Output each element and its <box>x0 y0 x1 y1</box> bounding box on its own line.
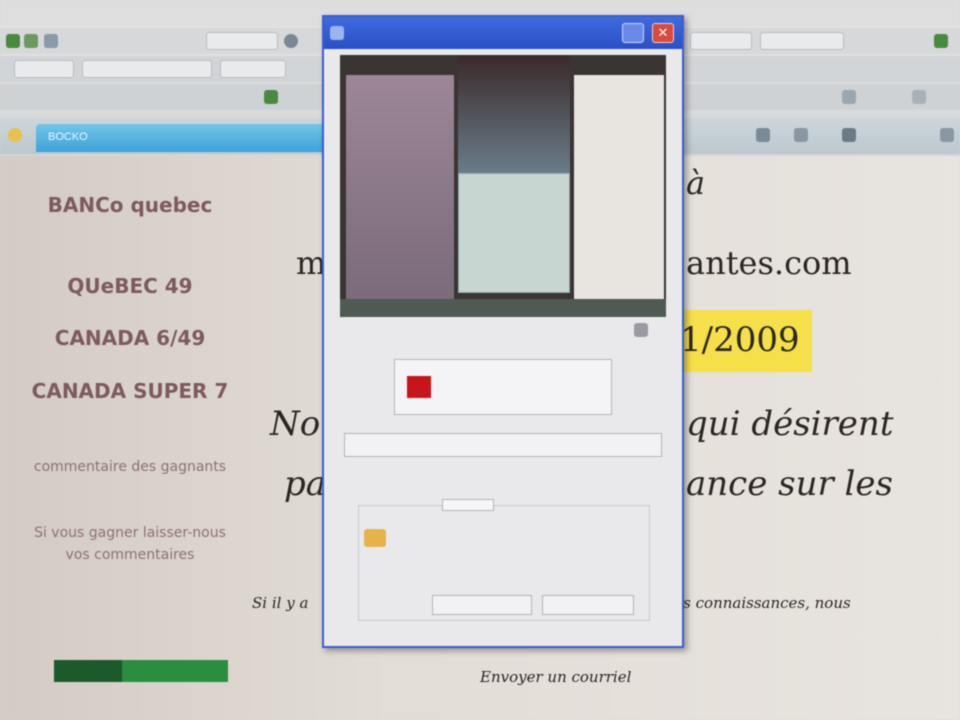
bookmark-item[interactable] <box>14 60 74 78</box>
side-link-canada-super-7[interactable]: CANADA SUPER 7 <box>30 376 230 406</box>
date-text: 1/2009 <box>680 320 800 360</box>
home-icon[interactable] <box>756 128 770 142</box>
small-text-right: rs connaissances, nous <box>676 594 851 612</box>
small-text-left: Si il y a <box>252 594 309 612</box>
side-faded-link[interactable] <box>30 608 230 628</box>
side-link-banco-quebec[interactable]: BANCo quebec <box>30 190 230 220</box>
bookmark-item[interactable] <box>220 60 286 78</box>
tools-icon[interactable] <box>940 128 954 142</box>
toolbar-icon[interactable] <box>842 90 856 104</box>
tab-label: BOCKO <box>48 131 88 143</box>
favorites-star-icon[interactable] <box>8 128 22 142</box>
active-tab[interactable]: BOCKO <box>36 124 326 152</box>
forward-icon[interactable] <box>24 34 38 48</box>
paragraph-fragment-left-2: pa <box>284 464 327 504</box>
minimize-button[interactable] <box>622 23 644 43</box>
record-button[interactable] <box>394 359 612 415</box>
paragraph-text-2: ance sur les <box>686 464 893 504</box>
side-link-canada-649[interactable]: CANADA 6/49 <box>30 326 230 350</box>
app-icon <box>330 26 344 40</box>
preview-taskbar <box>340 299 666 317</box>
toolbar-icon[interactable] <box>912 90 926 104</box>
feeds-icon[interactable] <box>794 128 808 142</box>
camera-icon[interactable] <box>634 323 648 337</box>
preview-video <box>458 55 570 173</box>
close-button[interactable]: ✕ <box>652 23 674 43</box>
folder-icon <box>364 529 386 547</box>
paragraph-text: qui désirent <box>686 404 894 444</box>
record-icon <box>407 376 431 398</box>
side-link-laisser-commentaires[interactable]: Si vous gagner laisser-nous vos commenta… <box>30 522 230 566</box>
paragraph-fragment-left: No <box>270 404 321 444</box>
side-link-commentaires[interactable]: commentaire des gagnants <box>30 456 230 478</box>
bookmark-item[interactable] <box>82 60 212 78</box>
email-link[interactable]: Envoyer un courriel <box>480 668 631 686</box>
dialog-titlebar[interactable]: ✕ <box>324 17 682 49</box>
preview-sidebar <box>346 75 454 305</box>
addon-icon[interactable] <box>934 34 948 48</box>
toolbar-button[interactable] <box>206 32 278 50</box>
preview-page <box>574 75 664 305</box>
headline-line1: à <box>686 164 706 202</box>
video-preview <box>340 55 666 317</box>
toolbar-button[interactable] <box>690 32 752 50</box>
finish-button[interactable] <box>344 433 662 457</box>
format-select[interactable] <box>442 499 494 511</box>
banner-ad[interactable] <box>54 660 228 682</box>
side-link-quebec-49[interactable]: QUeBEC 49 <box>30 274 230 298</box>
go-icon[interactable] <box>264 90 278 104</box>
browse-button[interactable] <box>432 595 532 615</box>
preview-dialog <box>458 173 570 293</box>
print-icon[interactable] <box>842 128 856 142</box>
change-button[interactable] <box>542 595 634 615</box>
back-icon[interactable] <box>6 34 20 48</box>
settings-icon[interactable] <box>284 34 298 48</box>
toolbar-button[interactable] <box>760 32 844 50</box>
headline-domain: antes.com <box>686 244 852 282</box>
refresh-icon[interactable] <box>44 34 58 48</box>
capture-dialog: ✕ <box>322 15 684 648</box>
